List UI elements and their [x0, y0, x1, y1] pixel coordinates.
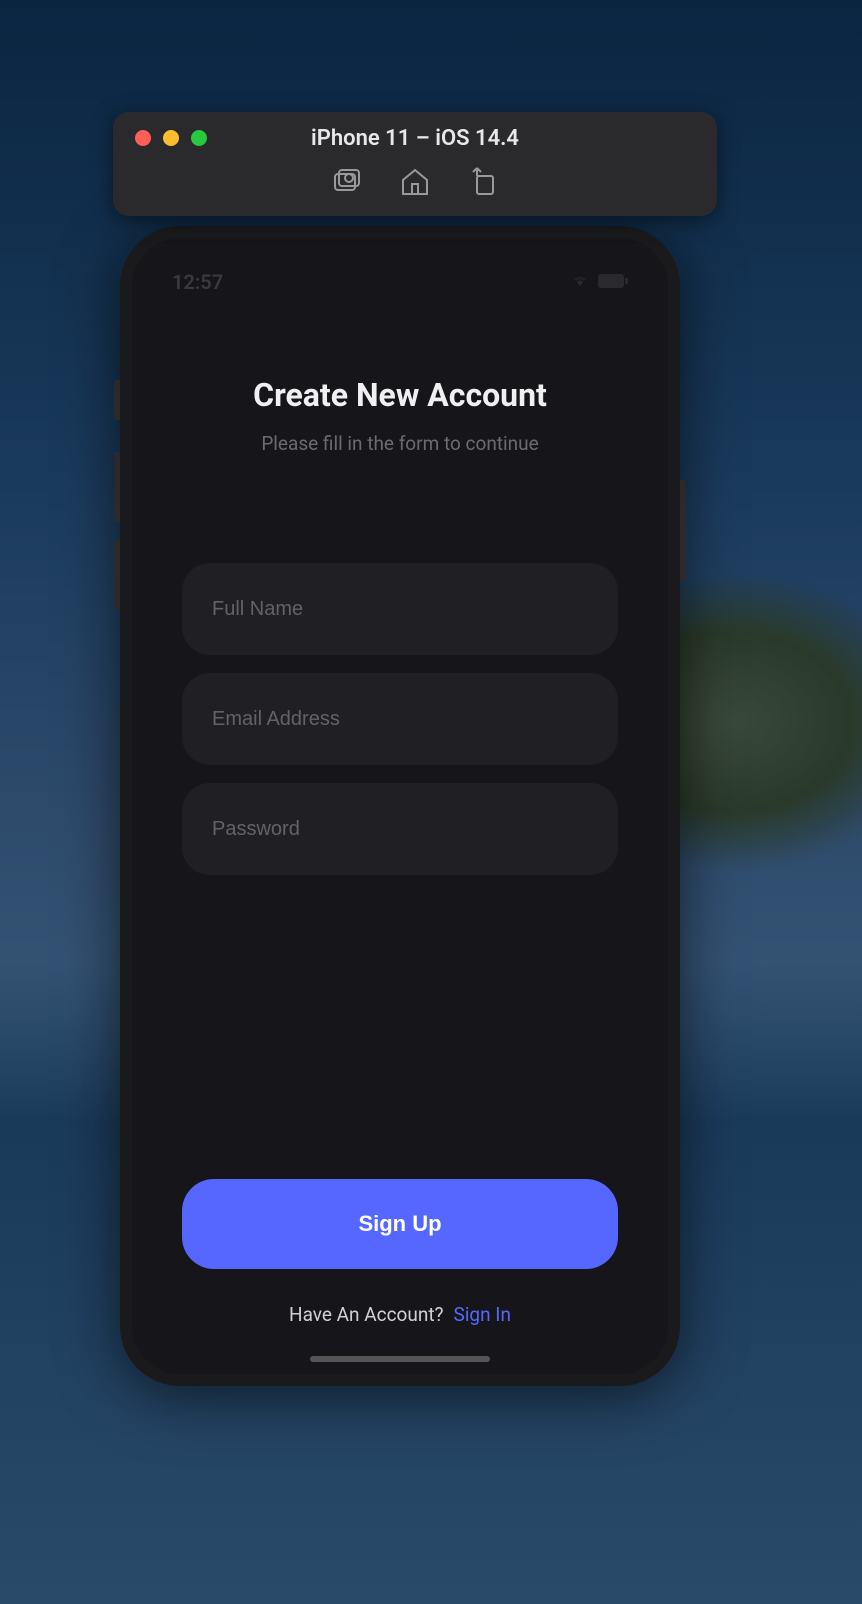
status-bar: 12:57: [132, 262, 668, 302]
phone-volume-up[interactable]: [114, 452, 120, 522]
phone-power-button[interactable]: [680, 480, 686, 580]
app-content: Create New Account Please fill in the fo…: [132, 358, 668, 1374]
status-indicators: [570, 272, 628, 292]
phone-frame: 12:57 Create New Account Please: [120, 226, 680, 1386]
screenshot-icon[interactable]: [331, 166, 363, 198]
signin-link[interactable]: Sign In: [454, 1303, 511, 1326]
phone-volume-down[interactable]: [114, 540, 120, 610]
simulator-window: iPhone 11 – iOS 14.4: [113, 112, 717, 216]
simulator-title: iPhone 11 – iOS 14.4: [113, 126, 717, 151]
home-indicator[interactable]: [310, 1356, 490, 1362]
rotate-icon[interactable]: [467, 166, 499, 198]
status-time: 12:57: [172, 270, 223, 294]
signup-form: [182, 563, 618, 875]
password-input[interactable]: [182, 783, 618, 875]
phone-screen: 12:57 Create New Account Please: [132, 238, 668, 1374]
phone-mute-switch[interactable]: [114, 380, 120, 420]
email-input[interactable]: [182, 673, 618, 765]
page-subtitle: Please fill in the form to continue: [182, 432, 618, 455]
signin-prompt: Have An Account?: [289, 1303, 444, 1326]
battery-icon: [598, 273, 628, 292]
full-name-input[interactable]: [182, 563, 618, 655]
simulator-toolbar: [113, 166, 717, 198]
signin-row: Have An Account? Sign In: [182, 1303, 618, 1326]
home-icon[interactable]: [399, 166, 431, 198]
wifi-icon: [570, 272, 590, 292]
signup-button[interactable]: Sign Up: [182, 1179, 618, 1269]
page-title: Create New Account: [182, 376, 618, 414]
bottom-section: Sign Up Have An Account? Sign In: [182, 1179, 618, 1326]
